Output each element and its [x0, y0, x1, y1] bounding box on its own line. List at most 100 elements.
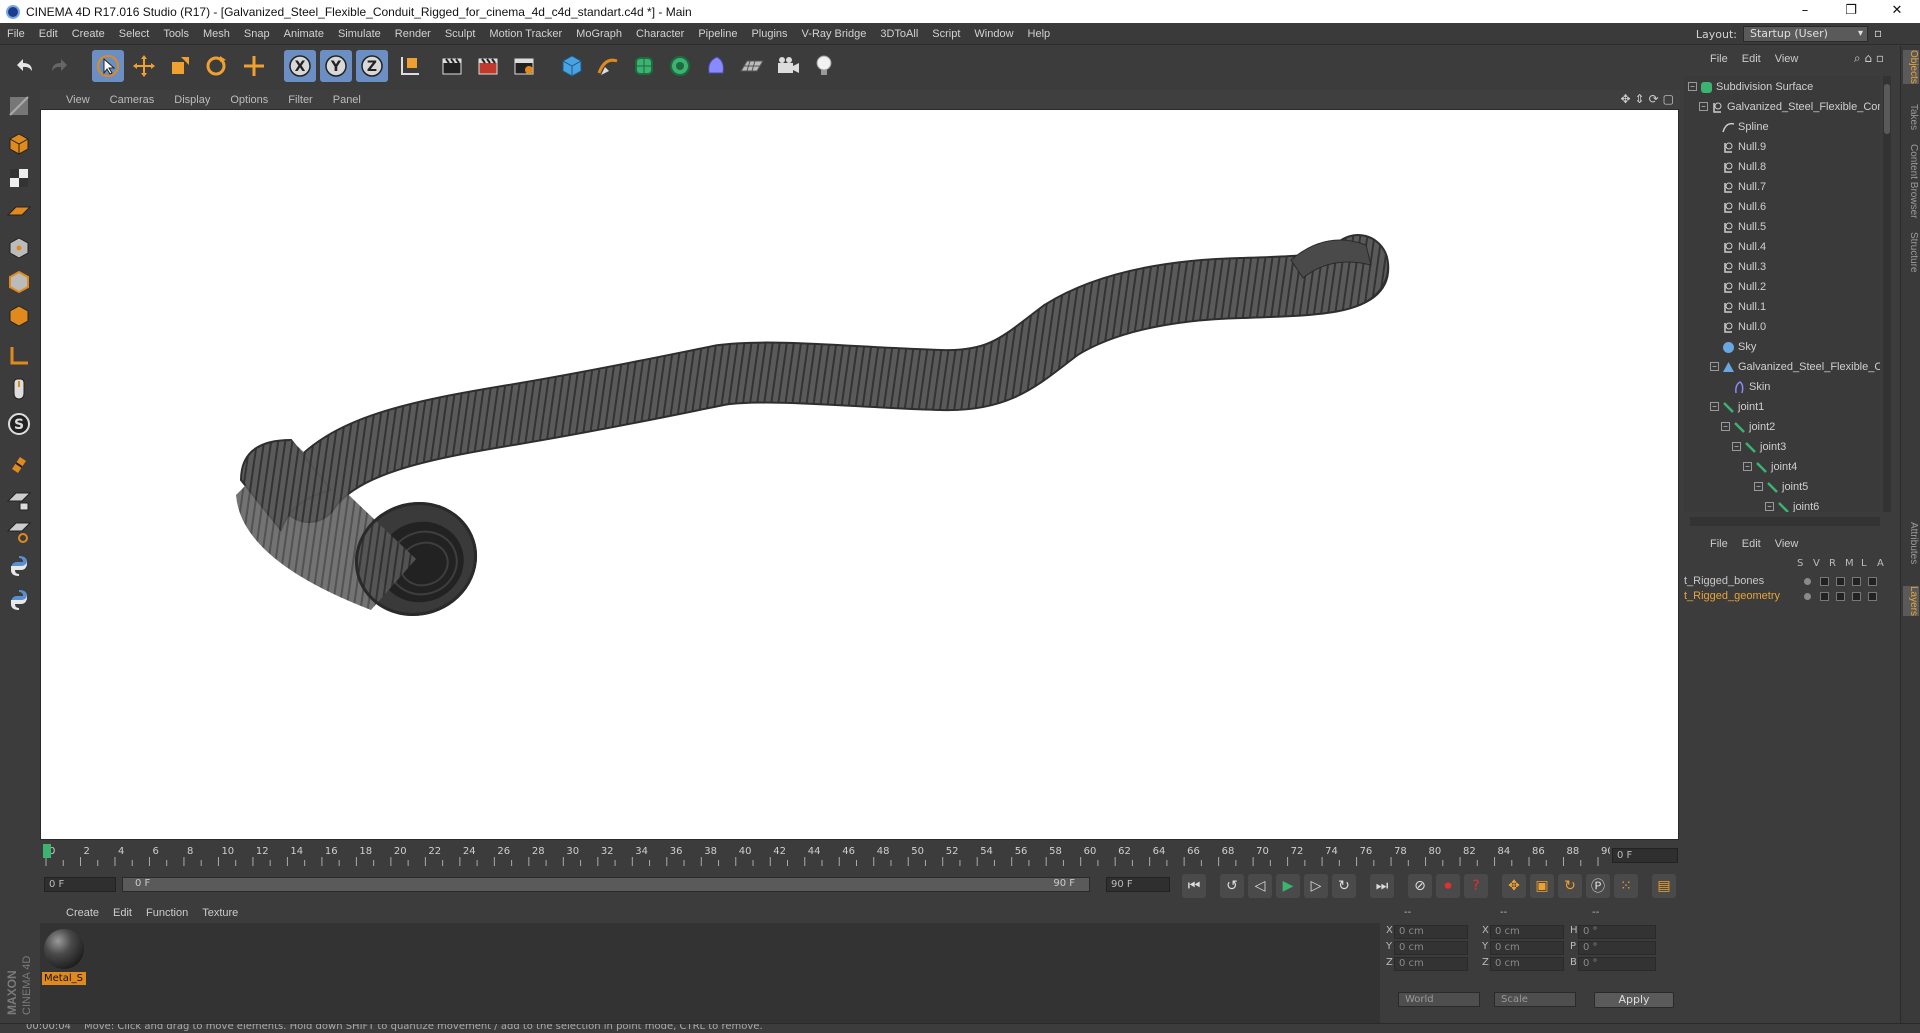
object-tree-item[interactable]: Skin — [1684, 378, 1880, 398]
coord-value-field[interactable]: 0 cm — [1394, 925, 1468, 939]
coordinate-space-dropdown[interactable]: World — [1398, 992, 1480, 1007]
render-to-picture-viewer-button[interactable] — [472, 50, 504, 82]
tree-expander-icon[interactable]: − — [1710, 362, 1719, 371]
render-settings-button[interactable] — [508, 50, 540, 82]
menu-script[interactable]: Script — [925, 28, 967, 40]
right-tab-attributes[interactable]: Attributes — [1903, 522, 1919, 564]
python-script-1-icon[interactable] — [3, 550, 35, 582]
workplane-rotate-button[interactable] — [3, 516, 35, 548]
layer-flag-toggle[interactable] — [1852, 592, 1861, 601]
object-tree-scrollbar[interactable] — [1883, 76, 1891, 512]
menu-character[interactable]: Character — [629, 28, 691, 40]
menu-3dtoall[interactable]: 3DToAll — [873, 28, 925, 40]
menu-motion-tracker[interactable]: Motion Tracker — [482, 28, 569, 40]
tree-expander-icon[interactable]: − — [1699, 102, 1708, 111]
object-tree-item[interactable]: Null.6 — [1684, 198, 1880, 218]
object-tree-item[interactable]: Null.2 — [1684, 278, 1880, 298]
cube-object-button[interactable] — [556, 50, 588, 82]
material-menu-function[interactable]: Function — [139, 907, 195, 919]
magnet-tool-button[interactable] — [3, 448, 35, 480]
layer-menu-view[interactable]: View — [1768, 538, 1806, 550]
layer-flag-toggle[interactable] — [1868, 577, 1877, 586]
workplane-lock-button[interactable] — [3, 484, 35, 516]
coord-value-field[interactable]: 0 cm — [1394, 941, 1468, 955]
object-tree-item[interactable]: − joint2 — [1684, 418, 1880, 438]
right-tab-layers[interactable]: Layers — [1903, 586, 1919, 617]
right-tab-takes[interactable]: Takes — [1903, 104, 1919, 130]
layer-color-swatch[interactable] — [1804, 578, 1811, 585]
current-frame-field[interactable]: 0 F — [1612, 848, 1678, 863]
render-view-button[interactable] — [436, 50, 468, 82]
object-tree-item[interactable]: − joint5 — [1684, 478, 1880, 498]
material-name-label[interactable]: Metal_S — [42, 972, 86, 985]
right-tab-content-browser[interactable]: Content Browser — [1903, 144, 1919, 218]
deformer-button[interactable] — [700, 50, 732, 82]
coord-value-field[interactable]: 0 ° — [1578, 941, 1656, 955]
start-frame-field[interactable]: 0 F — [44, 877, 116, 892]
frame-range-slider[interactable]: 0 F 90 F — [122, 877, 1090, 892]
parameter-key-button[interactable]: Ⓟ — [1586, 874, 1610, 898]
rotate-tool-button[interactable] — [200, 50, 232, 82]
redo-button[interactable] — [44, 50, 76, 82]
object-tree-item[interactable]: Null.4 — [1684, 238, 1880, 258]
restore-button[interactable]: ❐ — [1828, 0, 1874, 23]
texture-mode-button[interactable] — [3, 162, 35, 194]
material-preview[interactable] — [44, 929, 84, 969]
menu-file[interactable]: File — [0, 28, 32, 40]
record-keys-button[interactable]: ⊘ — [1408, 874, 1432, 898]
menu-mograph[interactable]: MoGraph — [569, 28, 629, 40]
coord-value-field[interactable]: 0 cm — [1490, 957, 1564, 971]
point-level-key-button[interactable]: ⁙ — [1614, 874, 1638, 898]
object-tree-item[interactable]: Sky — [1684, 338, 1880, 358]
layer-name[interactable]: t_Rigged_geometry — [1684, 590, 1780, 602]
object-tree-item[interactable]: Spline — [1684, 118, 1880, 138]
scale-mode-dropdown[interactable]: Scale — [1494, 992, 1576, 1007]
object-tree-item[interactable]: Null.7 — [1684, 178, 1880, 198]
viewport-menu-panel[interactable]: Panel — [323, 94, 371, 106]
layout-window-icon[interactable]: ▫ — [1874, 26, 1890, 42]
coordinate-system-button[interactable] — [394, 50, 426, 82]
go-to-end-button[interactable]: ⏭ — [1370, 874, 1394, 898]
object-tree-horizontal-scrollbar[interactable] — [1690, 517, 1880, 526]
viewport-rotate-icon[interactable]: ⟳ — [1649, 92, 1659, 106]
tree-expander-icon[interactable]: − — [1765, 502, 1774, 511]
layout-dropdown[interactable]: Startup (User) — [1743, 26, 1868, 42]
menu-v-ray-bridge[interactable]: V-Ray Bridge — [795, 28, 874, 40]
tree-expander-icon[interactable]: − — [1721, 422, 1730, 431]
timeline-ruler[interactable]: 0 2 4 6 8 10 12 14 16 18 20 22 24 26 28 30 32 34 36 38 40 42 4… — [40, 842, 1680, 866]
y-axis-lock-button[interactable]: Y — [320, 50, 352, 82]
x-axis-lock-button[interactable]: X — [284, 50, 316, 82]
tree-expander-icon[interactable]: − — [1743, 462, 1752, 471]
scale-key-button[interactable]: ▣ — [1530, 874, 1554, 898]
coord-value-field[interactable]: 0 cm — [1490, 941, 1564, 955]
object-tree-item[interactable]: Null.3 — [1684, 258, 1880, 278]
viewport-menu-cameras[interactable]: Cameras — [100, 94, 165, 106]
viewport-menu-options[interactable]: Options — [220, 94, 278, 106]
layer-name[interactable]: t_Rigged_bones — [1684, 575, 1764, 587]
object-tree[interactable]: − Subdivision Surface − Galvanized_Steel_Fl… — [1684, 76, 1880, 512]
viewport-maximize-icon[interactable]: ▢ — [1663, 92, 1674, 106]
undo-button[interactable] — [8, 50, 40, 82]
viewport-menu-view[interactable]: View — [40, 94, 100, 106]
menu-edit[interactable]: Edit — [32, 28, 65, 40]
object-tree-item[interactable]: Null.9 — [1684, 138, 1880, 158]
object-manager-search-icon[interactable]: ⌕ ⌂ ▫ — [1854, 51, 1884, 66]
viewport-move-icon[interactable]: ✥ — [1620, 92, 1630, 106]
layer-row[interactable]: t_Rigged_geometry — [1684, 589, 1890, 604]
object-menu-edit[interactable]: Edit — [1735, 53, 1768, 65]
object-tree-item[interactable]: − Subdivision Surface — [1684, 78, 1880, 98]
minimize-button[interactable]: – — [1782, 0, 1828, 23]
make-editable-button[interactable] — [3, 90, 35, 122]
layer-flag-toggle[interactable] — [1836, 592, 1845, 601]
layer-flag-toggle[interactable] — [1852, 577, 1861, 586]
viewport-menu-display[interactable]: Display — [164, 94, 220, 106]
camera-object-button[interactable] — [772, 50, 804, 82]
layer-menu-edit[interactable]: Edit — [1735, 538, 1768, 550]
layer-flag-toggle[interactable] — [1836, 577, 1845, 586]
menu-animate[interactable]: Animate — [277, 28, 331, 40]
floor-object-button[interactable] — [736, 50, 768, 82]
material-menu-create[interactable]: Create — [40, 907, 106, 919]
object-tree-item[interactable]: − joint6 — [1684, 498, 1880, 512]
position-key-button[interactable]: ✥ — [1502, 874, 1526, 898]
workplane-mode-button[interactable] — [3, 196, 35, 228]
